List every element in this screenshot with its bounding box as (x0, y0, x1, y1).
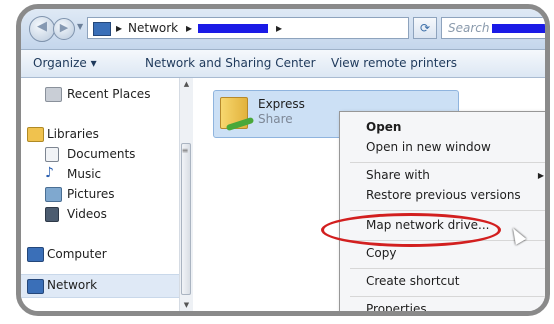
nav-label: Libraries (47, 127, 99, 141)
videos-icon (45, 207, 59, 222)
highlight-ellipse (321, 213, 501, 247)
nav-label: Recent Places (67, 87, 151, 101)
submenu-arrow-icon: ▶ (537, 171, 544, 180)
menu-item-properties[interactable]: Properties (366, 302, 427, 311)
forward-arrow-icon: ▶ (59, 21, 69, 34)
menu-separator (350, 162, 545, 163)
refresh-icon: ⟳ (419, 21, 431, 35)
back-arrow-icon: ◀ (37, 19, 47, 34)
menu-item-copy[interactable]: Copy (366, 246, 396, 260)
address-bar: ◀ ▶ ▼ ▸ Network ▸ ▸ ▼ ⟳ Search (21, 9, 545, 50)
organize-menu[interactable]: Organize ▾ (33, 56, 97, 70)
nav-label: Computer (47, 247, 107, 261)
search-placeholder: Search (448, 21, 490, 35)
nav-label: Documents (67, 147, 136, 161)
search-input[interactable]: Search (441, 17, 545, 39)
scroll-thumb[interactable] (181, 143, 191, 295)
scroll-up-icon[interactable]: ▲ (180, 80, 193, 88)
network-sharing-center-button[interactable]: Network and Sharing Center (145, 56, 316, 70)
recent-places-icon (45, 87, 62, 102)
forward-button[interactable]: ▶ (53, 18, 75, 40)
share-type: Share (258, 112, 293, 126)
nav-label: Pictures (67, 187, 115, 201)
menu-separator (350, 210, 545, 211)
nav-label: Music (67, 167, 102, 181)
menu-item-open-new-window[interactable]: Open in new window (366, 140, 491, 154)
recent-pages-dropdown-icon[interactable]: ▼ (77, 22, 83, 31)
explorer-window: ◀ ▶ ▼ ▸ Network ▸ ▸ ▼ ⟳ Search Organize … (16, 4, 550, 316)
path-field[interactable]: ▸ Network ▸ ▸ ▼ (87, 17, 465, 39)
menu-item-restore-versions[interactable]: Restore previous versions (366, 188, 521, 202)
crumb-separator-icon[interactable]: ▸ (186, 21, 192, 35)
scroll-down-icon[interactable]: ▼ (180, 301, 193, 309)
back-button[interactable]: ◀ (29, 16, 55, 42)
view-remote-printers-button[interactable]: View remote printers (331, 56, 457, 70)
nav-item-network[interactable]: Network (21, 274, 179, 298)
menu-separator (350, 268, 545, 269)
menu-item-open[interactable]: Open (366, 120, 401, 134)
scroll-grip-icon: ≡ (181, 146, 189, 155)
menu-item-create-shortcut[interactable]: Create shortcut (366, 274, 459, 288)
redacted-crumb (198, 24, 268, 33)
network-icon (27, 279, 44, 294)
command-bar: Organize ▾ Network and Sharing Center Vi… (21, 50, 545, 78)
share-name: Express (258, 97, 305, 111)
navigation-pane: Recent Places Libraries Documents ♪ Musi… (21, 78, 179, 311)
nav-label: Videos (67, 207, 107, 221)
nav-scrollbar[interactable]: ▲ ≡ ▼ (179, 78, 193, 311)
network-location-icon (93, 22, 111, 36)
computer-icon (27, 247, 44, 262)
pictures-icon (45, 187, 62, 202)
crumb-separator-icon[interactable]: ▸ (116, 21, 122, 35)
nav-label: Network (47, 278, 98, 292)
crumb-separator-icon[interactable]: ▸ (276, 21, 282, 35)
menu-item-share-with[interactable]: Share with (366, 168, 430, 182)
crumb-network[interactable]: Network (128, 21, 178, 35)
libraries-icon (27, 127, 44, 142)
music-icon: ♪ (45, 165, 54, 181)
documents-icon (45, 147, 59, 162)
redacted-search-text (492, 24, 545, 33)
refresh-button[interactable]: ⟳ (413, 17, 437, 39)
menu-separator (350, 296, 545, 297)
